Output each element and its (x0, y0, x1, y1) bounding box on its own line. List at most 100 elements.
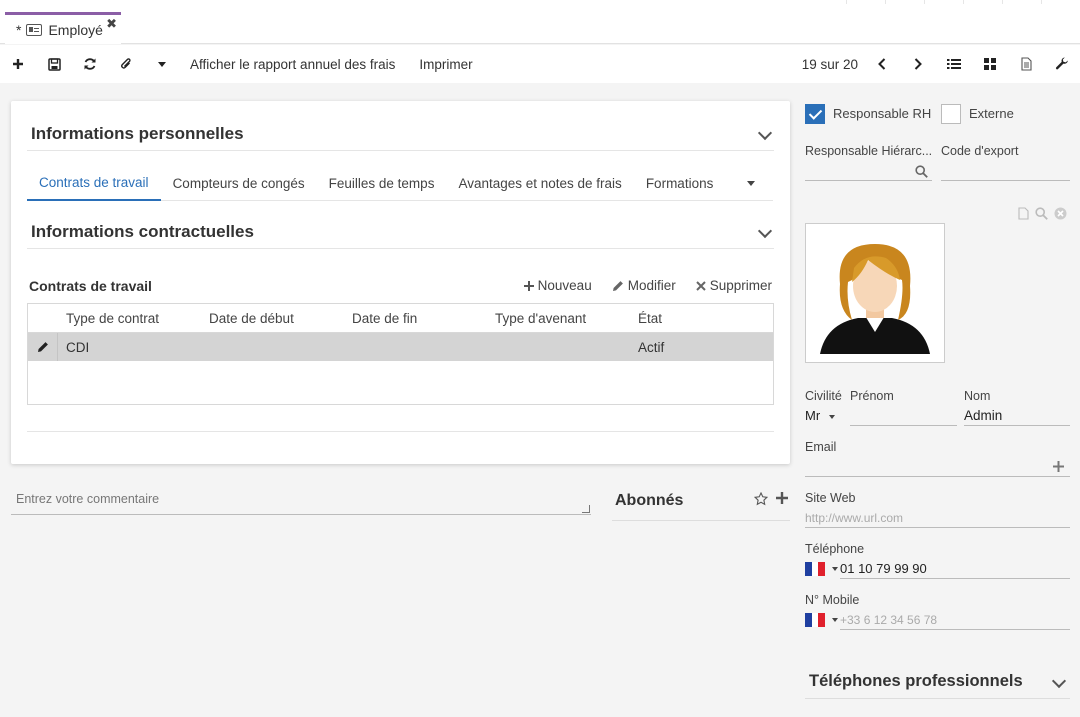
column-header[interactable]: Date de fin (344, 311, 487, 326)
table-cell: CDI (66, 339, 90, 355)
followers-title: Abonnés (615, 492, 684, 509)
id-card-icon (26, 23, 43, 36)
comment-placeholder: Entrez votre commentaire (16, 492, 160, 506)
pencil-icon (612, 280, 623, 291)
country-dropdown-caret-icon[interactable] (832, 567, 838, 571)
annual-expense-report-button[interactable]: Afficher le rapport annuel des frais (190, 57, 395, 72)
website-field[interactable] (805, 527, 1070, 528)
employee-photo[interactable] (805, 223, 945, 363)
chevron-down-icon[interactable] (757, 223, 773, 239)
more-dropdown-icon[interactable] (144, 45, 180, 83)
star-icon[interactable] (754, 492, 768, 506)
personal-info-title: Informations personnelles (31, 124, 244, 143)
close-tab-icon[interactable]: ✖ (106, 16, 117, 32)
column-header[interactable]: Type de contrat (58, 311, 201, 326)
resize-handle-icon[interactable] (582, 505, 590, 513)
photo-actions (1018, 207, 1067, 220)
tab-title: Employé (48, 21, 103, 38)
followers-header: Abonnés (612, 492, 790, 521)
lastname-label: Nom (964, 389, 991, 403)
divider (27, 431, 774, 432)
website-placeholder: http://www.url.com (805, 511, 904, 525)
remove-circle-icon[interactable] (1054, 207, 1067, 220)
pro-phones-title: Téléphones professionnels (809, 672, 1023, 690)
add-icon[interactable] (0, 45, 36, 83)
hr-manager-label: Responsable RH (833, 106, 932, 121)
close-icon (696, 280, 706, 291)
search-icon[interactable] (1035, 207, 1048, 220)
plus-icon (523, 280, 534, 291)
civility-label: Civilité (805, 389, 842, 403)
email-label: Email (805, 440, 837, 454)
comment-input[interactable]: Entrez votre commentaire (11, 485, 591, 515)
table-row[interactable]: CDI Actif (28, 333, 773, 361)
column-header[interactable]: Date de début (201, 311, 344, 326)
followers-actions (754, 492, 788, 506)
new-label: Nouveau (537, 278, 592, 293)
grid-actions: Nouveau Modifier Supprimer (523, 278, 772, 293)
civility-dropdown-caret-icon[interactable] (829, 415, 835, 419)
phone-field[interactable] (840, 578, 1070, 579)
search-icon[interactable] (915, 165, 928, 178)
tab-contrats[interactable]: Contrats de travail (27, 167, 161, 201)
grid-header: Type de contrat Date de début Date de fi… (28, 304, 773, 333)
website-label: Site Web (805, 491, 856, 505)
mobile-placeholder: +33 6 12 34 56 78 (840, 613, 938, 627)
mobile-label: N° Mobile (805, 593, 860, 607)
row-edit-pencil-icon[interactable] (28, 333, 58, 361)
document-icon[interactable] (1018, 207, 1029, 220)
paperclip-icon[interactable] (108, 45, 144, 83)
new-contract-button[interactable]: Nouveau (523, 278, 592, 293)
divider (27, 248, 774, 249)
lastname-field[interactable] (964, 425, 1070, 426)
lastname-value: Admin (964, 408, 1003, 423)
firstname-field[interactable] (850, 425, 957, 426)
phone-value: 01 10 79 99 90 (840, 561, 927, 576)
avatar-female-icon (820, 244, 930, 354)
phone-label: Téléphone (805, 542, 865, 556)
subtabs: Contrats de travail Compteurs de congés … (27, 167, 773, 201)
plus-icon[interactable] (1053, 461, 1064, 472)
firstname-label: Prénom (850, 389, 894, 403)
contracts-grid-title: Contrats de travail (29, 278, 152, 294)
divider (27, 150, 774, 151)
export-code-field[interactable] (941, 180, 1070, 181)
refresh-icon[interactable] (72, 45, 108, 83)
header-spacer (28, 304, 58, 332)
edit-contract-button[interactable]: Modifier (612, 278, 676, 293)
more-tabs-caret-icon[interactable] (747, 181, 755, 186)
column-header[interactable]: État (630, 311, 773, 326)
tab-employe[interactable]: * Employé ✖ (5, 12, 121, 44)
tab-formations[interactable]: Formations (634, 167, 726, 201)
external-checkbox[interactable] (941, 104, 961, 124)
mobile-field[interactable] (840, 629, 1070, 630)
save-icon[interactable] (36, 45, 72, 83)
chevron-down-icon[interactable] (1051, 673, 1067, 689)
delete-contract-button[interactable]: Supprimer (696, 278, 772, 293)
external-label: Externe (969, 106, 1014, 121)
civility-value[interactable]: Mr (805, 408, 820, 423)
delete-label: Supprimer (709, 278, 772, 293)
right-panel: Responsable RH Externe Responsable Hiéra… (805, 0, 1075, 717)
hierarchical-manager-label: Responsable Hiérarc... (805, 144, 933, 158)
email-field[interactable] (805, 476, 1070, 477)
edit-label: Modifier (627, 278, 676, 293)
france-flag-icon[interactable] (805, 613, 826, 627)
export-code-label: Code d'export (941, 144, 1019, 158)
unsaved-marker: * (16, 21, 22, 38)
print-button[interactable]: Imprimer (419, 57, 472, 72)
divider (805, 698, 1070, 699)
main-form-card: Informations personnelles Contrats de tr… (11, 101, 790, 464)
contracts-grid: Type de contrat Date de début Date de fi… (27, 303, 774, 405)
hierarchical-manager-field[interactable] (805, 180, 932, 181)
country-dropdown-caret-icon[interactable] (832, 618, 838, 622)
tab-feuilles[interactable]: Feuilles de temps (317, 167, 447, 201)
tab-compteurs[interactable]: Compteurs de congés (161, 167, 317, 201)
plus-icon[interactable] (776, 492, 788, 504)
column-header[interactable]: Type d'avenant (487, 311, 630, 326)
tab-avantages[interactable]: Avantages et notes de frais (446, 167, 633, 201)
contractual-info-title: Informations contractuelles (31, 222, 254, 241)
chevron-down-icon[interactable] (757, 125, 773, 141)
france-flag-icon[interactable] (805, 562, 826, 576)
hr-manager-checkbox[interactable] (805, 104, 825, 124)
